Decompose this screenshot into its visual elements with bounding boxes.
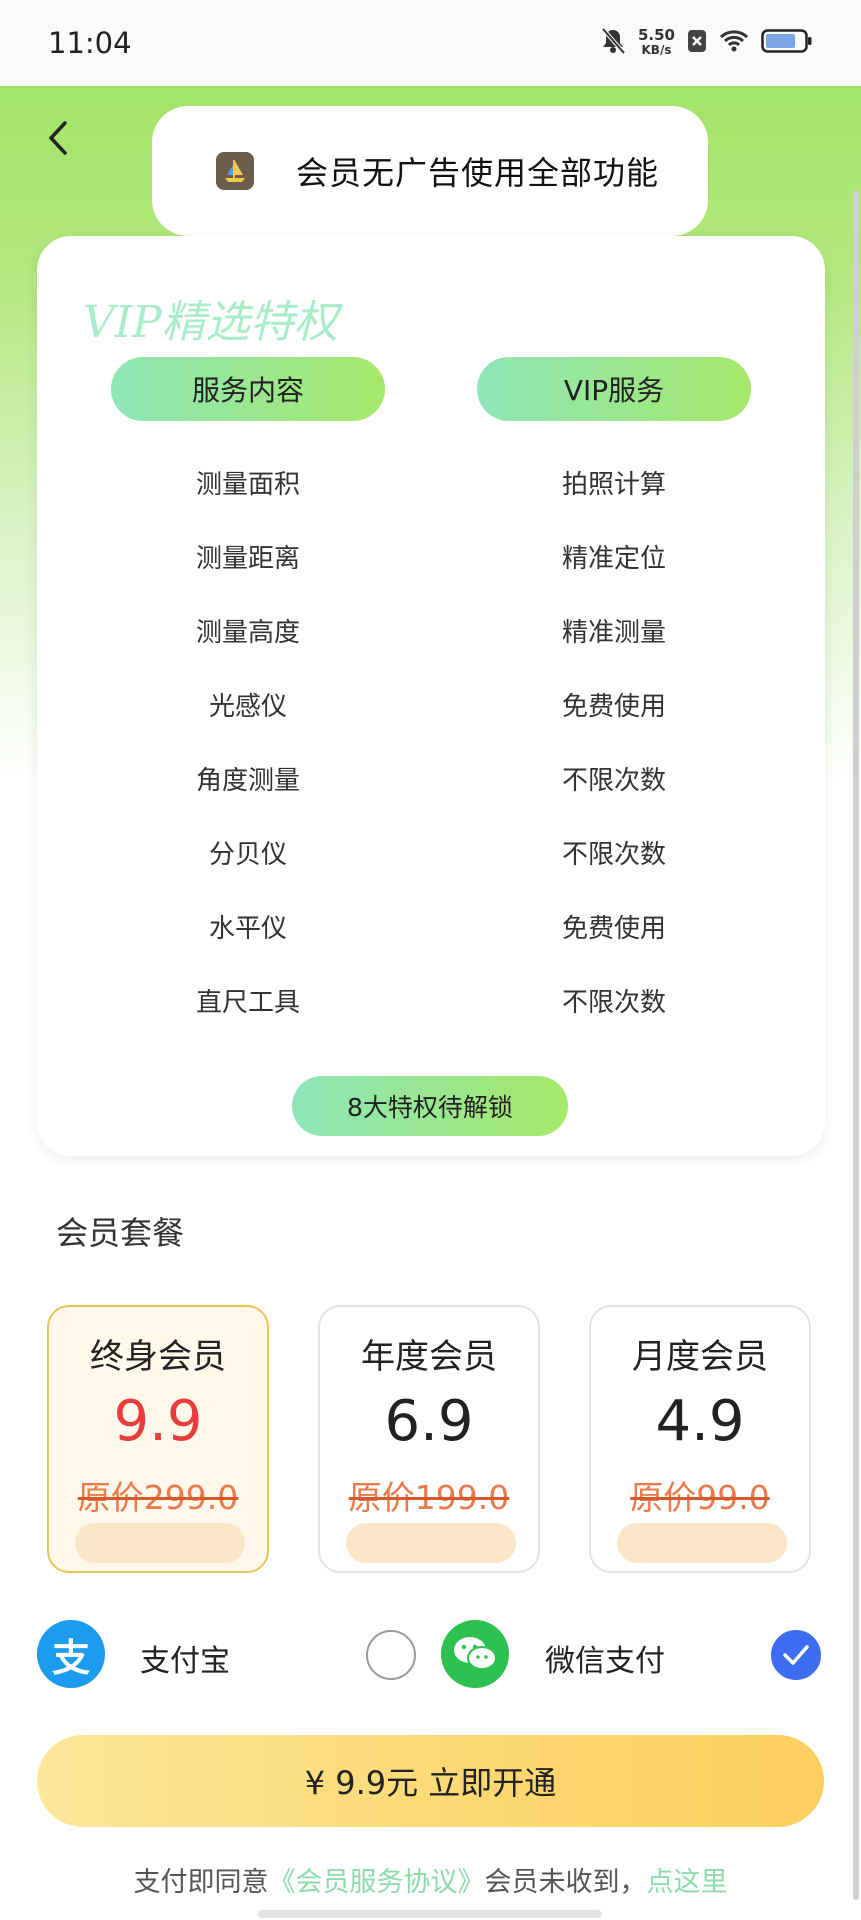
plan-price: 4.9 xyxy=(655,1389,745,1454)
service-name: 光感仪 xyxy=(208,691,287,722)
payment-methods: 支 支付宝 微信支付 xyxy=(0,1620,861,1690)
vip-benefit: 不限次数 xyxy=(561,839,666,870)
checkmark-icon xyxy=(783,1645,809,1665)
plan-original-price: 原价99.0 xyxy=(630,1478,770,1517)
click-here-link[interactable]: 点这里 xyxy=(647,1867,728,1898)
mute-bell-icon xyxy=(600,27,626,59)
wifi-icon xyxy=(719,29,749,57)
agreement-text: 支付即同意《会员服务协议》会员未收到，点这里 xyxy=(0,1860,861,1899)
plan-name: 年度会员 xyxy=(361,1337,497,1377)
open-membership-button[interactable]: ¥ 9.9元 立即开通 xyxy=(37,1735,824,1827)
vip-heading: VIP精选特权 xyxy=(83,297,338,348)
plan-badge-placeholder xyxy=(346,1523,516,1563)
plans-section-title: 会员套餐 xyxy=(56,1214,185,1252)
privilege-row: 分贝仪 不限次数 xyxy=(37,815,825,889)
vip-benefit: 不限次数 xyxy=(561,987,666,1018)
privilege-row: 测量距离 精准定位 xyxy=(37,519,825,593)
agreement-middle: 会员未收到， xyxy=(484,1867,647,1898)
net-speed: 5.50 KB/s xyxy=(638,28,675,58)
service-name: 测量距离 xyxy=(195,543,300,574)
privilege-row: 测量面积 拍照计算 xyxy=(37,445,825,519)
service-name: 角度测量 xyxy=(195,765,300,796)
service-name: 直尺工具 xyxy=(195,987,300,1018)
back-button[interactable] xyxy=(38,116,78,160)
unlock-badge: 8大特权待解锁 xyxy=(292,1076,568,1136)
vip-benefit: 不限次数 xyxy=(561,765,666,796)
agreement-prefix: 支付即同意 xyxy=(133,1867,269,1898)
vip-benefit: 拍照计算 xyxy=(561,469,666,500)
alipay-radio[interactable] xyxy=(366,1630,416,1680)
service-name: 水平仪 xyxy=(208,913,287,944)
vip-benefit: 免费使用 xyxy=(561,691,666,722)
plan-card-lifetime[interactable]: 终身会员 9.9 原价299.0 xyxy=(47,1305,269,1573)
service-name: 分贝仪 xyxy=(208,839,287,870)
service-name: 测量高度 xyxy=(195,617,300,648)
plan-card-yearly[interactable]: 年度会员 6.9 原价199.0 xyxy=(318,1305,540,1573)
privilege-row: 测量高度 精准测量 xyxy=(37,593,825,667)
column-header-service: 服务内容 xyxy=(111,357,385,421)
service-name: 测量面积 xyxy=(195,469,300,500)
vip-purchase-page: 11:04 5.50 KB/s 会员无广告使用全部功能 VIP精选特权 服务内容… xyxy=(0,0,861,1920)
status-icons: 5.50 KB/s xyxy=(600,27,813,59)
plan-badge-placeholder xyxy=(75,1523,245,1563)
vip-benefit: 精准测量 xyxy=(561,617,666,648)
privilege-row: 直尺工具 不限次数 xyxy=(37,963,825,1037)
app-logo-icon xyxy=(216,152,254,190)
home-indicator xyxy=(258,1910,602,1918)
vip-benefit: 精准定位 xyxy=(561,543,666,574)
wechat-pay-label: 微信支付 xyxy=(545,1644,665,1679)
privilege-row: 水平仪 免费使用 xyxy=(37,889,825,963)
plan-original-price: 原价199.0 xyxy=(348,1478,510,1517)
net-speed-value: 5.50 xyxy=(637,26,675,44)
wechat-pay-radio[interactable] xyxy=(771,1630,821,1680)
status-time: 11:04 xyxy=(48,26,132,60)
privilege-row: 光感仪 免费使用 xyxy=(37,667,825,741)
battery-icon xyxy=(761,28,813,58)
chevron-left-icon xyxy=(49,121,67,155)
plan-name: 月度会员 xyxy=(632,1337,768,1377)
sim-x-icon xyxy=(687,29,707,57)
plan-original-price: 原价299.0 xyxy=(77,1478,239,1517)
plan-name: 终身会员 xyxy=(90,1337,226,1377)
page-title: 会员无广告使用全部功能 xyxy=(296,154,660,192)
plan-price: 9.9 xyxy=(113,1389,203,1454)
column-header-vip: VIP服务 xyxy=(477,357,751,421)
plan-badge-placeholder xyxy=(617,1523,787,1563)
privilege-row: 角度测量 不限次数 xyxy=(37,741,825,815)
title-banner: 会员无广告使用全部功能 xyxy=(152,106,708,236)
status-bar: 11:04 5.50 KB/s xyxy=(0,0,861,86)
plan-card-monthly[interactable]: 月度会员 4.9 原价99.0 xyxy=(589,1305,811,1573)
wechat-pay-icon xyxy=(441,1620,509,1688)
service-agreement-link[interactable]: 《会员服务协议》 xyxy=(269,1867,485,1898)
alipay-icon: 支 xyxy=(37,1620,105,1688)
vip-benefit: 免费使用 xyxy=(561,913,666,944)
net-speed-unit: KB/s xyxy=(641,43,672,57)
plan-price: 6.9 xyxy=(384,1389,474,1454)
alipay-label: 支付宝 xyxy=(140,1644,230,1679)
vip-privileges-card: VIP精选特权 服务内容 VIP服务 测量面积 拍照计算 测量距离 精准定位 测… xyxy=(37,236,825,1156)
alipay-icon-glyph: 支 xyxy=(51,1635,90,1680)
